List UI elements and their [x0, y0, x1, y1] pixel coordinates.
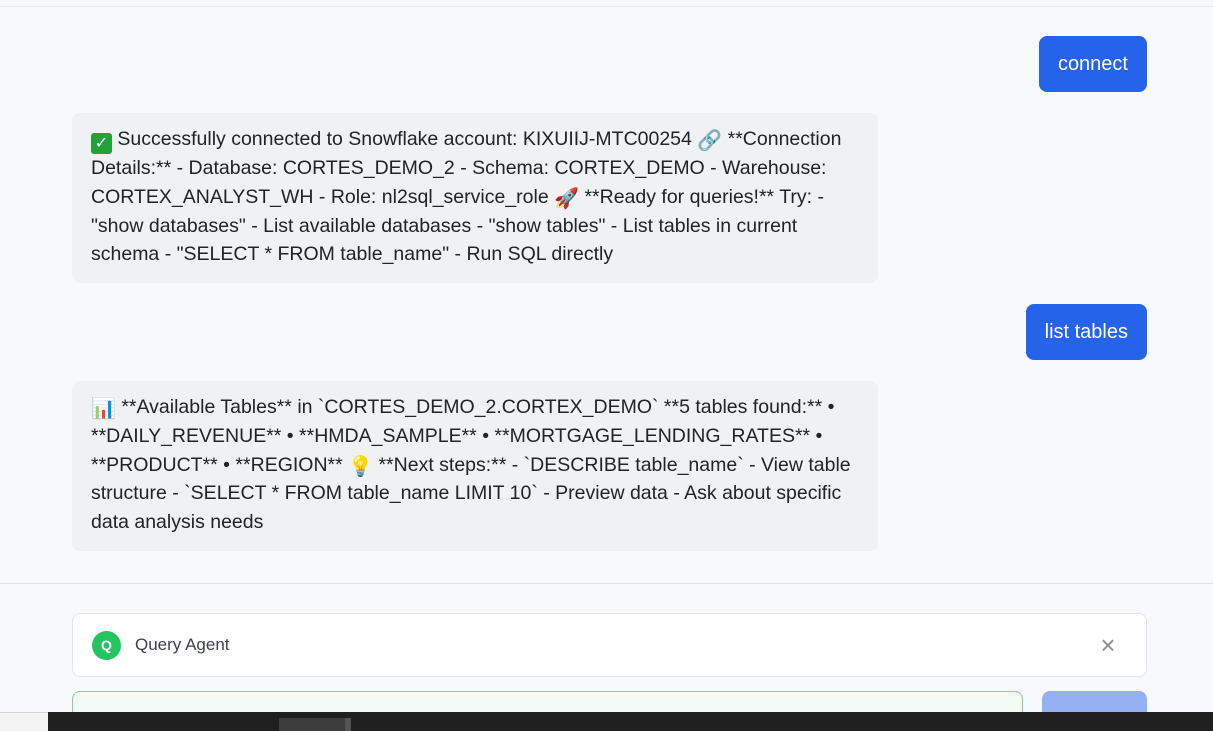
link-emoji-icon: 🔗 [697, 130, 723, 152]
rocket-emoji-icon: 🚀 [554, 187, 580, 210]
agent-selector-bar: Q Query Agent × [72, 613, 1147, 677]
user-message-text: list tables [1044, 321, 1128, 343]
assistant-message-tables: 📊 **Available Tables** in `CORTES_DEMO_2… [72, 381, 878, 551]
agent-label: Query Agent [135, 635, 230, 654]
agent-avatar: Q [92, 631, 121, 660]
user-message-text: connect [1057, 53, 1128, 75]
taskbar-app-item[interactable] [279, 718, 351, 731]
user-message-list-tables: list tables [1025, 304, 1147, 360]
chat-area[interactable]: connect ✓ Successfully connected to Snow… [0, 7, 1213, 583]
check-emoji-icon: ✓ [91, 133, 112, 154]
user-message-connect: connect [1038, 36, 1147, 92]
assistant-text-a: Successfully connected to Snowflake acco… [117, 128, 692, 150]
chart-emoji-icon: 📊 [91, 398, 116, 420]
assistant-message-connection: ✓ Successfully connected to Snowflake ac… [72, 113, 878, 284]
taskbar [0, 712, 1213, 731]
bulb-emoji-icon: 💡 [348, 455, 374, 478]
taskbar-divider [345, 718, 351, 731]
composer-divider [0, 583, 1213, 584]
taskbar-start-area[interactable] [0, 712, 48, 731]
close-icon[interactable]: × [1096, 631, 1120, 659]
